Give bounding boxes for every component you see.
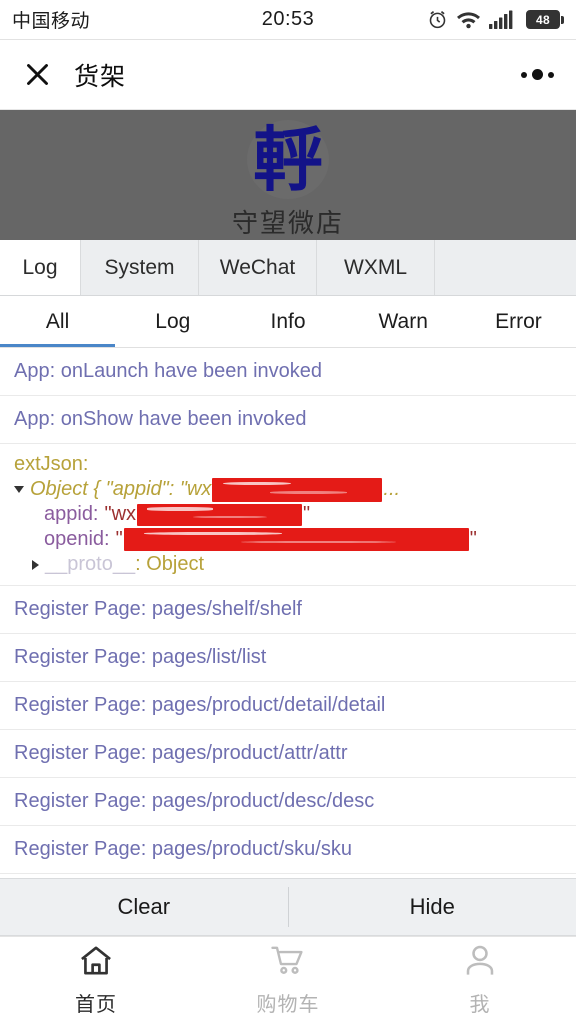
tabbar-item-home[interactable]: 首页 — [0, 945, 192, 1017]
log-entry: Register Page: pages/list/list — [0, 634, 576, 682]
tab-wechat[interactable]: WeChat — [199, 240, 317, 295]
more-dot — [532, 69, 543, 80]
extjson-prop-openid: openid: " " — [14, 527, 562, 552]
tab-strip-filler — [435, 240, 576, 295]
log-entry: Register Page: pages/product/sku/sku — [0, 826, 576, 874]
wifi-icon — [457, 11, 480, 29]
proto-key: __proto__ — [45, 553, 136, 575]
status-icons: 48 — [427, 9, 564, 30]
more-dot — [548, 71, 554, 78]
filter-error[interactable]: Error — [461, 296, 576, 347]
log-entry-extjson: extJson: Object { "appid": "wx ... appid… — [0, 444, 576, 586]
home-icon — [79, 945, 113, 981]
filter-info[interactable]: Info — [230, 296, 345, 347]
more-options-icon[interactable] — [521, 69, 554, 80]
redaction-bar — [212, 477, 383, 502]
tab-log[interactable]: Log — [0, 240, 81, 295]
extjson-label: extJson: — [14, 453, 89, 475]
tab-system[interactable]: System — [81, 240, 199, 295]
bottom-tab-bar: 首页 购物车 我 — [0, 936, 576, 1024]
extjson-object-summary[interactable]: Object { "appid": "wx ... — [14, 477, 562, 502]
expand-collapse-icon[interactable] — [32, 559, 39, 570]
shop-name: 守望微店 — [231, 208, 344, 238]
log-entry: Register Page: pages/product/detail/deta… — [0, 682, 576, 730]
tabbar-label: 购物车 — [256, 993, 320, 1016]
tabbar-item-cart[interactable]: 购物车 — [192, 945, 384, 1017]
object-summary-ellipsis: ... — [383, 478, 401, 500]
tab-wxml[interactable]: WXML — [317, 240, 435, 295]
prop-value-prefix: " — [115, 528, 123, 550]
status-bar: 中国移动 20:53 48 — [0, 0, 576, 40]
log-output-list[interactable]: App: onLaunch have been invoked App: onS… — [0, 348, 576, 878]
proto-value: : Object — [135, 553, 204, 575]
shop-logo-icon: 軤 — [247, 120, 329, 199]
cart-icon — [271, 945, 305, 981]
logo-glyph: 軤 — [253, 118, 323, 201]
more-dot — [521, 71, 527, 78]
tabbar-label: 首页 — [75, 993, 117, 1016]
tabbar-label: 我 — [469, 993, 491, 1016]
shop-header-banner: 軤 守望微店 — [0, 110, 576, 240]
hide-button[interactable]: Hide — [289, 879, 576, 935]
redaction-bar — [123, 528, 469, 551]
cellular-signal-icon — [489, 10, 517, 29]
log-entry: Register Page: pages/product/desc/desc — [0, 778, 576, 826]
page-title: 货架 — [74, 62, 127, 91]
extjson-proto-row[interactable]: __proto__ : Object — [14, 552, 562, 577]
battery-icon: 48 — [526, 10, 564, 29]
battery-level: 48 — [526, 10, 560, 29]
object-summary-text: Object { "appid": "wx — [30, 478, 212, 500]
console-action-bar: Clear Hide — [0, 878, 576, 936]
extjson-prop-appid: appid: "wx " — [14, 502, 562, 527]
app-root: 中国移动 20:53 48 货架 軤 守望微店 Log System WeCha… — [0, 0, 576, 1024]
log-entry: App: onLaunch have been invoked — [0, 348, 576, 396]
clear-button[interactable]: Clear — [0, 879, 288, 935]
alarm-clock-icon — [427, 9, 448, 30]
close-icon[interactable] — [22, 60, 52, 90]
redaction-bar — [137, 503, 303, 526]
prop-value-suffix: " — [469, 528, 477, 550]
prop-value-prefix: "wx — [104, 503, 137, 525]
filter-all[interactable]: All — [0, 296, 116, 347]
prop-key: openid: — [44, 528, 110, 550]
filter-log[interactable]: Log — [115, 296, 230, 347]
prop-key: appid: — [44, 503, 99, 525]
tabbar-item-me[interactable]: 我 — [384, 945, 576, 1017]
log-entry: Register Page: pages/shelf/shelf — [0, 586, 576, 634]
log-entry: App: onShow have been invoked — [0, 396, 576, 444]
filter-warn[interactable]: Warn — [346, 296, 461, 347]
person-icon — [463, 945, 497, 981]
prop-value-suffix: " — [303, 503, 311, 525]
console-tab-strip: Log System WeChat WXML — [0, 240, 576, 296]
log-entry: Register Page: pages/product/attr/attr — [0, 730, 576, 778]
battery-cap — [561, 15, 564, 24]
log-filter-strip: All Log Info Warn Error — [0, 296, 576, 348]
expand-collapse-icon[interactable] — [14, 486, 24, 493]
nav-bar: 货架 — [0, 40, 576, 110]
